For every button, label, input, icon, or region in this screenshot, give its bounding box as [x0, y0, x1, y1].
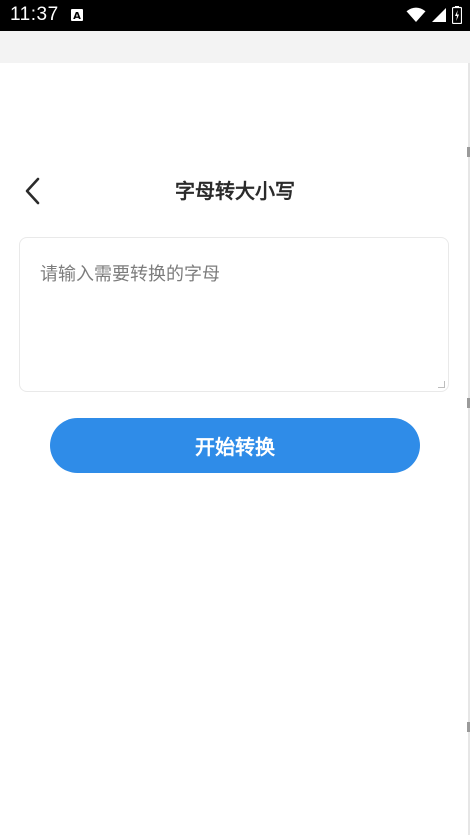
svg-text:A: A	[73, 11, 81, 21]
start-convert-button[interactable]: 开始转换	[50, 418, 420, 473]
status-icons	[406, 6, 463, 28]
battery-icon	[451, 6, 463, 28]
status-bar: 11:37 A	[0, 0, 470, 31]
resize-handle[interactable]	[438, 381, 445, 388]
wifi-icon	[406, 7, 426, 27]
page-header: 字母转大小写	[0, 165, 470, 215]
page-title: 字母转大小写	[175, 179, 295, 203]
status-time: 11:37	[10, 4, 59, 25]
signal-icon	[431, 7, 447, 27]
input-placeholder: 请输入需要转换的字母	[40, 264, 220, 285]
app-top-band	[0, 31, 470, 63]
notification-a-icon: A	[71, 9, 83, 21]
letters-input[interactable]: 请输入需要转换的字母	[19, 237, 449, 392]
